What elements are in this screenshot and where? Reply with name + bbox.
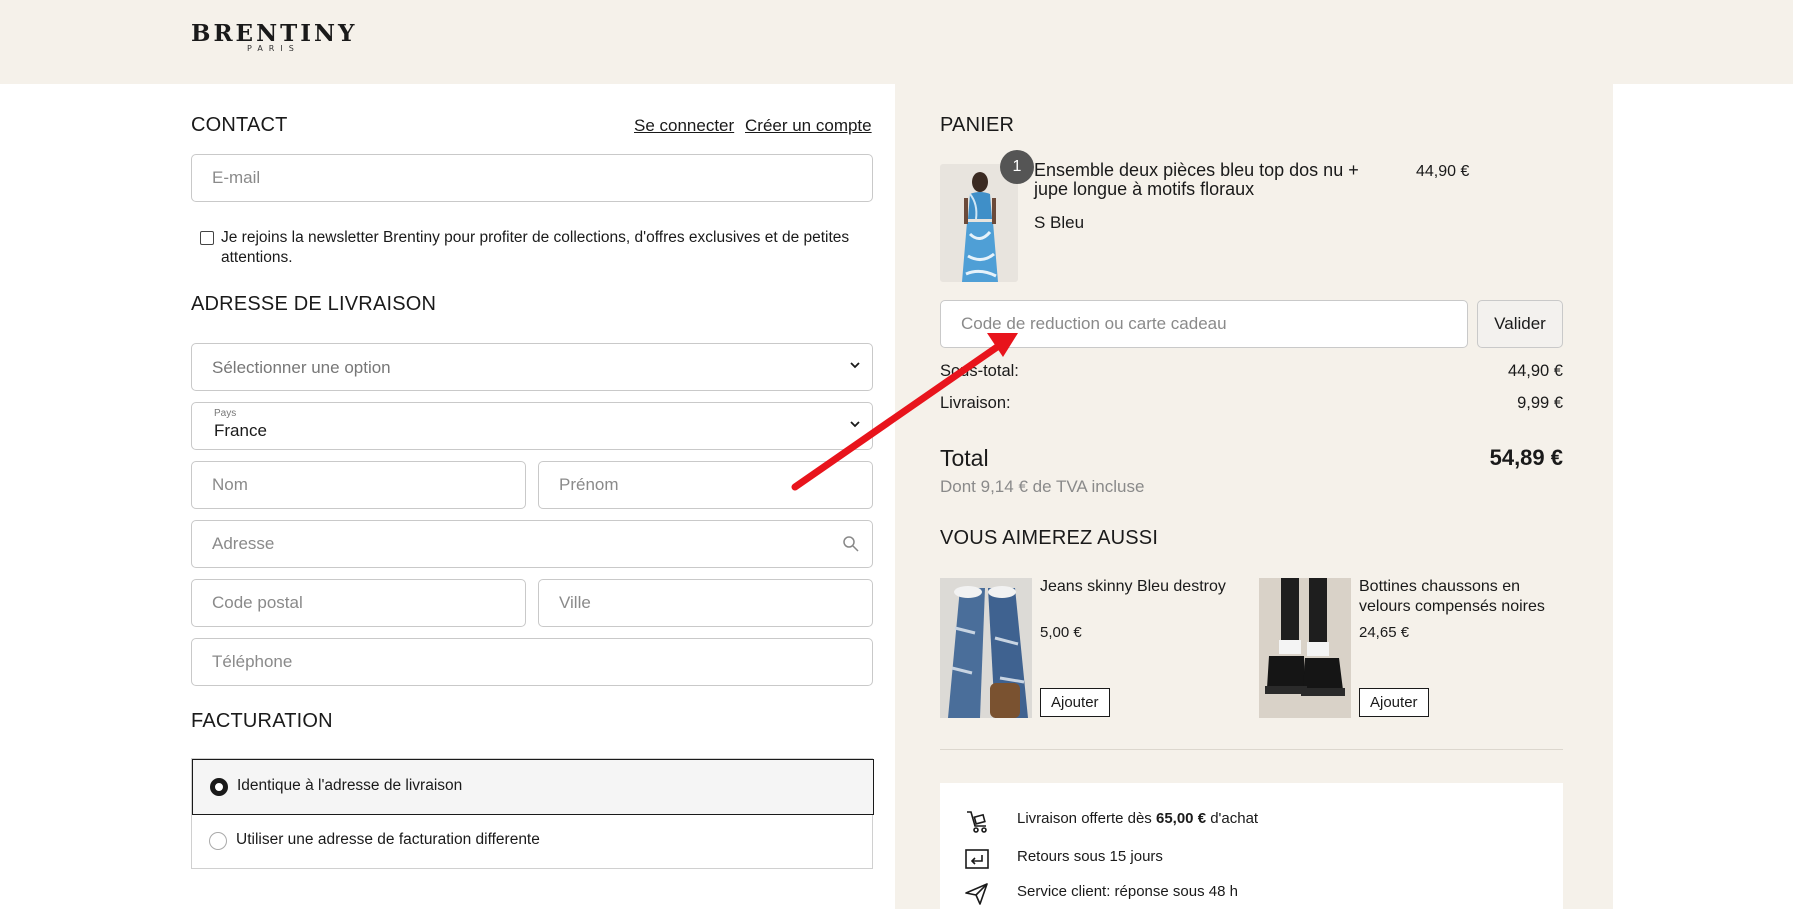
return-icon <box>965 849 989 869</box>
nom-field-wrapper <box>191 461 526 509</box>
total-label: Total <box>940 445 989 471</box>
billing-option-different[interactable]: Utiliser une adresse de facturation diff… <box>192 815 874 870</box>
rec-product-image-jeans <box>940 578 1032 718</box>
adresse-field-wrapper <box>191 520 873 568</box>
login-link[interactable]: Se connecter <box>634 116 734 136</box>
address-option-value: Sélectionner une option <box>212 358 391 377</box>
cart-product-name: Ensemble deux pièces bleu top dos nu + j… <box>1034 160 1359 199</box>
checkout-page: BRENTINY PARIS CONTACT Se connecter Crée… <box>0 0 1793 909</box>
country-label: Pays <box>214 408 237 419</box>
newsletter-label: Je rejoins la newsletter Brentiny pour p… <box>221 229 850 266</box>
perk-free-shipping-suffix: d'achat <box>1206 810 1259 827</box>
recommendations-title: VOUS AIMEREZ AUSSI <box>940 527 1159 549</box>
billing-option-different-label: Utiliser une adresse de facturation diff… <box>236 831 540 848</box>
nom-field[interactable] <box>192 462 525 508</box>
cart-quantity-badge: 1 <box>1000 150 1034 184</box>
shipping-title: ADRESSE DE LIVRAISON <box>191 293 437 315</box>
chevron-down-icon <box>850 362 860 369</box>
header-bar: BRENTINY PARIS <box>0 0 1793 84</box>
country-select[interactable]: Pays France <box>191 402 873 450</box>
prenom-field-wrapper <box>538 461 873 509</box>
telephone-field-wrapper <box>191 638 873 686</box>
cart-product-price: 44,90 € <box>1416 163 1470 180</box>
postal-code-field[interactable] <box>192 580 525 626</box>
shipping-label: Livraison: <box>940 394 1011 412</box>
perk-free-shipping-amount: 65,00 € <box>1155 810 1207 827</box>
summary-divider <box>940 749 1563 750</box>
create-account-link[interactable]: Créer un compte <box>745 116 872 136</box>
rec-product-name: Bottines chaussons en velours compensés … <box>1359 578 1545 615</box>
brand-logo[interactable]: BRENTINY PARIS <box>191 20 358 53</box>
discount-field-wrapper <box>940 300 1468 348</box>
radio-selected[interactable] <box>210 778 228 796</box>
cart-title: PANIER <box>940 114 1015 136</box>
billing-title: FACTURATION <box>191 710 333 732</box>
apply-discount-button[interactable]: Valider <box>1477 300 1563 348</box>
perk-returns: Retours sous 15 jours <box>1017 848 1163 865</box>
paper-plane-icon <box>965 883 988 905</box>
add-to-cart-button[interactable]: Ajouter <box>1359 688 1429 717</box>
delivery-cart-icon <box>967 811 987 833</box>
rec-product-name: Jeans skinny Bleu destroy <box>1040 578 1226 595</box>
rec-product-image-boots <box>1259 578 1351 718</box>
prenom-field[interactable] <box>539 462 872 508</box>
perks-box: Livraison offerte dès 65,00 € d'achat Re… <box>940 783 1563 909</box>
billing-option-same[interactable]: Identique à l'adresse de livraison <box>192 759 874 815</box>
subtotal-label: Sous-total: <box>940 362 1019 380</box>
total-value: 54,89 € <box>1489 445 1563 470</box>
ville-field[interactable] <box>539 580 872 626</box>
billing-option-same-label: Identique à l'adresse de livraison <box>237 777 463 794</box>
tva-note: Dont 9,14 € de TVA incluse <box>940 477 1145 496</box>
address-option-select[interactable]: Sélectionner une option <box>191 343 873 391</box>
postal-field-wrapper <box>191 579 526 627</box>
subtotal-value: 44,90 € <box>1507 362 1563 380</box>
cart-product-image <box>940 164 1018 282</box>
search-icon <box>843 536 859 552</box>
ville-field-wrapper <box>538 579 873 627</box>
adresse-field[interactable] <box>192 521 872 567</box>
chevron-down-icon <box>850 421 860 428</box>
perk-customer-service: Service client: réponse sous 48 h <box>1017 883 1238 900</box>
email-field[interactable] <box>192 155 872 201</box>
shipping-value: 9,99 € <box>1517 394 1563 412</box>
perk-free-shipping-prefix: Livraison offerte dès <box>1017 810 1156 827</box>
rec-product-price: 24,65 € <box>1359 624 1410 641</box>
rec-product-price: 5,00 € <box>1040 624 1082 641</box>
billing-options: Identique à l'adresse de livraison Utili… <box>191 758 874 870</box>
newsletter-checkbox[interactable] <box>200 231 214 245</box>
email-field-wrapper <box>191 154 873 202</box>
perk-free-shipping: Livraison offerte dès 65,00 € d'achat <box>1017 810 1258 827</box>
logo-wordmark: BRENTINY <box>191 20 358 47</box>
discount-code-field[interactable] <box>941 301 1467 347</box>
radio-unselected[interactable] <box>209 832 227 850</box>
cart-product-variant: S Bleu <box>1034 213 1085 232</box>
contact-title: CONTACT <box>191 114 288 136</box>
telephone-field[interactable] <box>192 639 872 685</box>
country-value: France <box>214 421 267 440</box>
add-to-cart-button[interactable]: Ajouter <box>1040 688 1110 717</box>
